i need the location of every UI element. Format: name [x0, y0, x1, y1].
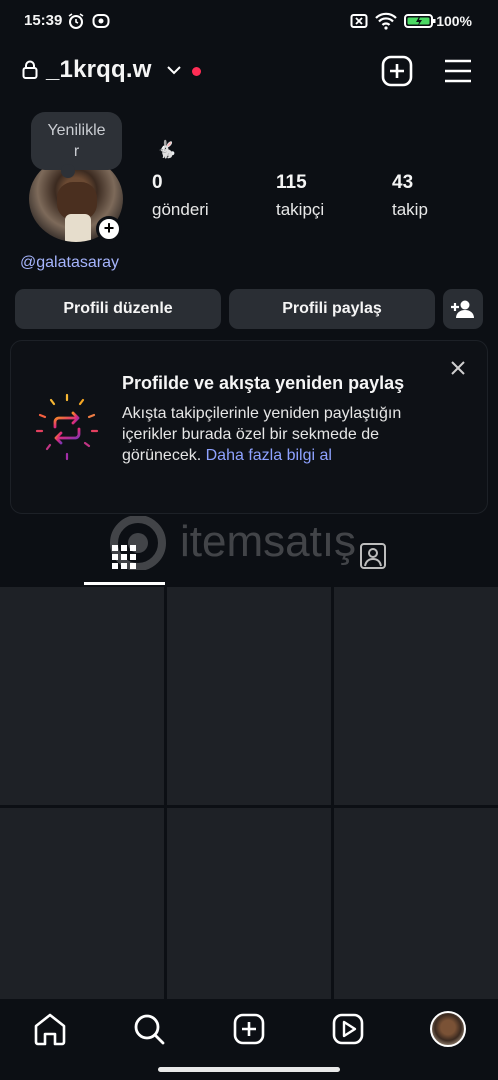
tab-posts-grid[interactable]: [41, 520, 207, 586]
wifi-icon: [375, 12, 397, 30]
grid-placeholder: [334, 587, 498, 805]
note-text-line2: r: [73, 143, 80, 160]
record-icon: [92, 14, 110, 28]
note-text-line1: Yenilikle: [47, 122, 106, 139]
battery-percent: 100%: [436, 13, 472, 29]
share-profile-button[interactable]: Profili paylaş: [229, 289, 435, 329]
stat-followers[interactable]: 115 takipçi: [276, 172, 324, 220]
grid-placeholder: [334, 808, 498, 999]
status-bar: 15:39 100%: [0, 0, 498, 44]
alarm-icon: [68, 13, 84, 29]
profile-header: _1krqq.w: [0, 50, 498, 94]
search-icon[interactable]: [129, 1009, 169, 1049]
close-icon[interactable]: [449, 359, 467, 377]
lock-icon: [22, 60, 38, 79]
discover-people-button[interactable]: [443, 289, 483, 329]
active-tab-indicator: [84, 582, 165, 585]
notification-dot: [192, 67, 201, 76]
learn-more-link[interactable]: Daha fazla bilgi al: [206, 447, 332, 464]
stat-followers-label: takipçi: [276, 200, 325, 219]
create-icon[interactable]: [380, 54, 414, 88]
stat-followers-value: 115: [276, 172, 307, 193]
repost-info-card: Profilde ve akışta yeniden paylaş Akışta…: [10, 340, 488, 514]
grid-placeholder: [0, 587, 164, 805]
profile-avatar[interactable]: [430, 1011, 466, 1047]
home-indicator: [158, 1067, 340, 1072]
add-person-icon: [451, 300, 474, 318]
account-switcher-username[interactable]: _1krqq.w: [46, 56, 152, 84]
create-post-icon[interactable]: [229, 1009, 269, 1049]
add-story-button[interactable]: +: [96, 216, 122, 242]
card-title: Profilde ve akışta yeniden paylaş: [122, 373, 405, 393]
reels-icon[interactable]: [328, 1009, 368, 1049]
content-tabs: [0, 520, 498, 586]
home-icon[interactable]: [30, 1009, 70, 1049]
grid-placeholder: [0, 808, 164, 999]
profile-screen: 15:39 100% _1krqq.w Yenilikle r + 🐇 0 gö…: [0, 0, 498, 1080]
grid-placeholder: [167, 587, 331, 805]
tagged-icon: [360, 543, 386, 569]
stat-following-value: 43: [392, 172, 414, 193]
threads-link[interactable]: @galatasaray: [20, 254, 119, 272]
pronoun-emoji: 🐇: [156, 140, 178, 159]
menu-icon[interactable]: [441, 54, 475, 88]
grid-icon: [112, 545, 136, 569]
stat-posts-label: gönderi: [152, 200, 209, 219]
edit-profile-button[interactable]: Profili düzenle: [15, 289, 221, 329]
mute-icon: [350, 14, 368, 28]
status-time: 15:39: [24, 12, 63, 29]
stat-following-label: takip: [392, 200, 428, 219]
tab-tagged[interactable]: [290, 520, 456, 586]
card-body: Akışta takipçilerinle yeniden paylaştığı…: [122, 403, 442, 466]
repost-icon: [35, 393, 99, 461]
stat-posts[interactable]: 0 gönderi: [152, 172, 209, 220]
stat-following[interactable]: 43 takip: [392, 172, 428, 220]
note-bubble[interactable]: Yenilikle r: [31, 112, 122, 178]
battery-icon: [404, 14, 436, 28]
stat-posts-value: 0: [152, 172, 163, 193]
chevron-down-icon[interactable]: [166, 64, 182, 76]
grid-placeholder: [167, 808, 331, 999]
posts-grid: [0, 587, 498, 999]
